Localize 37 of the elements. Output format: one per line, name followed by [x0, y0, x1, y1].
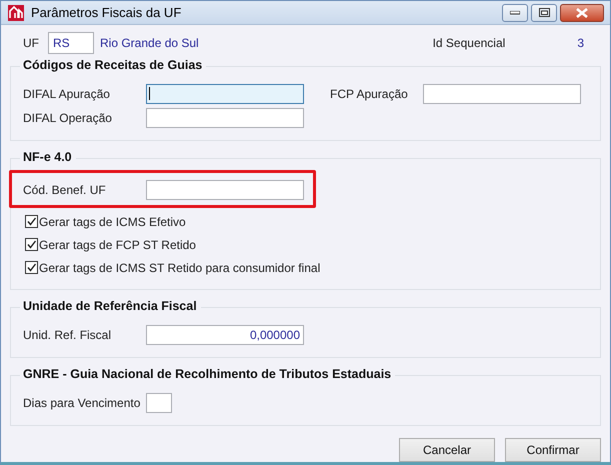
close-icon — [576, 8, 588, 18]
dialog-button[interactable]: Confirmar — [505, 438, 601, 462]
state-name: Rio Grande do Sul — [100, 36, 200, 50]
group-title: GNRE - Guia Nacional de Recolhimento de Tributos Estaduais — [20, 367, 396, 381]
input-field[interactable] — [146, 84, 304, 104]
field-label: Id Sequencial — [432, 36, 506, 50]
field-label: DIFAL Apuração — [23, 87, 111, 101]
input-field[interactable] — [146, 108, 304, 128]
group-title: Códigos de Receitas de Guias — [20, 58, 206, 72]
minimize-button[interactable] — [502, 4, 528, 22]
app-logo-icon — [7, 4, 25, 22]
id-value: 3 — [577, 36, 584, 50]
field-label: UF — [23, 36, 39, 50]
state-code-field[interactable]: RS — [48, 32, 94, 54]
dialog-button[interactable]: Cancelar — [399, 438, 495, 462]
minimize-icon — [510, 10, 520, 14]
check-icon — [26, 262, 37, 273]
field-label: Cód. Benef. UF — [23, 183, 107, 197]
maximize-icon — [538, 8, 550, 17]
field-label: Unid. Ref. Fiscal — [23, 328, 112, 342]
check-icon — [26, 216, 37, 227]
field-label: FCP Apuração — [330, 87, 409, 101]
group-title: NF-e 4.0 — [20, 150, 76, 164]
checkbox-option[interactable]: Gerar tags de ICMS Efetivo — [25, 212, 186, 231]
maximize-button[interactable] — [531, 4, 557, 22]
checkbox-option[interactable]: Gerar tags de FCP ST Retido — [25, 235, 196, 254]
close-button[interactable] — [560, 4, 604, 22]
group-title: Unidade de Referência Fiscal — [20, 299, 201, 313]
input-field[interactable]: 0,000000 — [146, 325, 304, 345]
checkbox-option[interactable]: Gerar tags de ICMS ST Retido para consumidor final — [25, 258, 320, 277]
input-field[interactable] — [146, 393, 172, 413]
field-label: Dias para Vencimento — [23, 396, 142, 410]
field-label: DIFAL Operação — [23, 111, 113, 125]
input-field[interactable] — [423, 84, 581, 104]
input-field[interactable] — [146, 180, 304, 200]
window-title: Parâmetros Fiscais da UF — [31, 5, 182, 20]
check-icon — [26, 239, 37, 250]
